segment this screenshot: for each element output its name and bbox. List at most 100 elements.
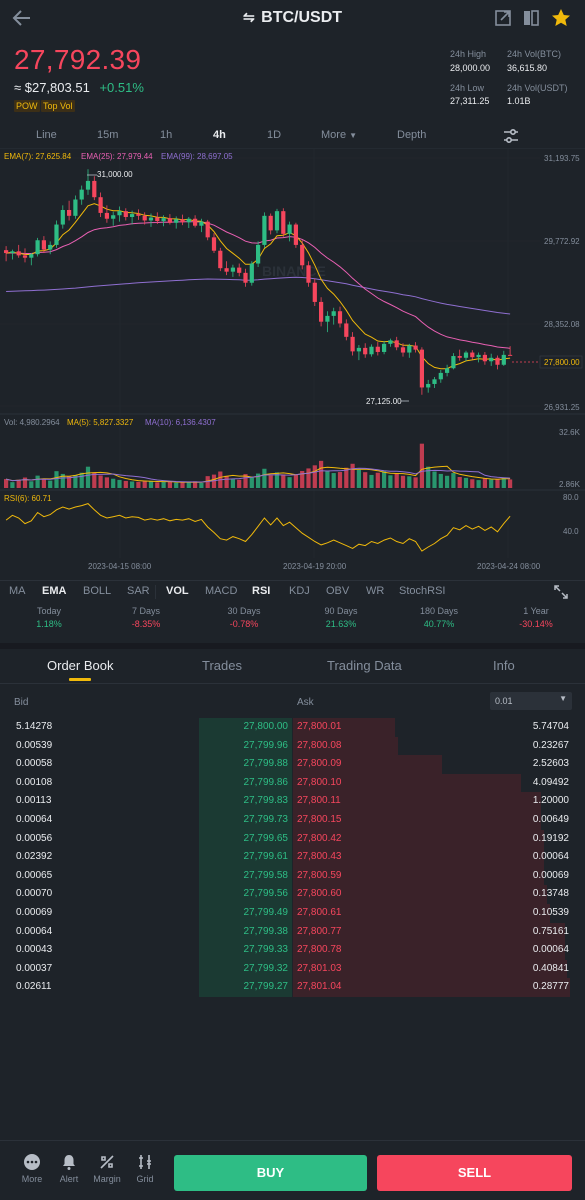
indicator-kdj[interactable]: KDJ [289,585,310,597]
orderbook-row[interactable]: 0.00065 27,799.58 27,800.59 0.00069 [0,866,585,886]
orderbook-row[interactable]: 0.00058 27,799.88 27,800.09 2.52603 [0,755,585,774]
candle-body [508,354,513,356]
perf-value: 21.63% [325,619,357,629]
bid-qty: 0.00070 [16,888,53,900]
volume-bar [155,482,160,488]
candle-body [256,244,261,264]
interval-1h[interactable]: 1h [160,129,172,141]
candle-body [388,340,393,344]
ask-price: 27,801.04 [297,981,342,993]
more-button[interactable]: More [14,1153,50,1184]
alert-button[interactable]: Alert [51,1153,87,1184]
indicator-boll[interactable]: BOLL [83,585,111,597]
orderbook-row[interactable]: 0.00108 27,799.86 27,800.10 4.09492 [0,773,585,793]
indicator-wr[interactable]: WR [366,585,384,597]
volume-bar [123,480,128,488]
tab-trading-data[interactable]: Trading Data [327,658,402,673]
orderbook-row[interactable]: 0.00113 27,799.83 27,800.11 1.20000 [0,792,585,811]
ema99-legend: EMA(99): 28,697.05 [161,152,233,161]
interval-15m[interactable]: 15m [97,129,118,141]
ema25-line [6,221,511,349]
bell-icon [63,1155,75,1170]
favorite-star-icon[interactable] [550,8,572,28]
interval-depth[interactable]: Depth [397,129,426,141]
orderbook-row[interactable]: 0.00070 27,799.56 27,800.60 0.13748 [0,885,585,904]
bid-price: 27,800.00 [243,721,289,732]
ask-qty: 5.74704 [532,721,569,732]
candle-body [268,215,273,231]
volume-bar [489,479,494,488]
indicator-vol[interactable]: VOL [166,585,189,597]
pair-label: BTC/USDT [261,9,343,26]
bid-qty: 0.00058 [16,758,53,770]
candle-body [104,212,109,219]
layout-switch-icon[interactable] [521,8,543,28]
indicator-obv[interactable]: OBV [326,585,349,597]
volume-bar [432,471,437,488]
rsi-line [5,503,511,552]
ask-qty: 0.23267 [532,739,569,751]
sell-button[interactable]: SELL [377,1155,572,1191]
last-price: 27,792.39 [14,44,142,75]
tab-trades[interactable]: Trades [202,658,242,673]
candle-body [148,217,154,221]
tab-info[interactable]: Info [493,658,515,673]
bid-qty: 0.00056 [16,832,53,844]
orderbook-row[interactable]: 0.00056 27,799.65 27,800.42 0.19192 [0,829,585,849]
volume-bar [388,475,393,488]
volume-bars [4,443,513,488]
indicator-stochrsi[interactable]: StochRSI [399,585,445,597]
active-tab-indicator [69,678,91,681]
rsi-polyline [5,503,511,552]
price-change: +0.51% [99,80,144,95]
volume-bar [407,476,412,488]
orderbook-row[interactable]: 0.00064 27,799.38 27,800.77 0.75161 [0,922,585,942]
orderbook-row[interactable]: 0.00037 27,799.32 27,801.03 0.40841 [0,959,585,979]
precision-select[interactable]: 0.01 ▼ [490,692,572,710]
bid-qty: 0.02392 [16,851,53,863]
candle-body [262,215,267,245]
volume-bar [476,480,481,488]
orderbook-row[interactable]: 0.00069 27,799.49 27,800.61 0.10539 [0,903,585,923]
ask-qty: 0.00649 [532,813,569,825]
buy-button[interactable]: BUY [174,1155,367,1191]
indicator-rsi[interactable]: RSI [252,585,270,597]
orderbook-row[interactable]: 0.02392 27,799.61 27,800.43 0.00064 [0,848,585,867]
chart-settings-icon[interactable] [502,128,520,149]
orderbook-row[interactable]: 5.14278 27,800.00 27,800.01 5.74704 [0,718,585,737]
candle-body [67,210,72,216]
caret-down-icon: ▼ [559,694,567,703]
ask-qty: 0.19192 [532,832,569,844]
volume-bar [79,472,84,488]
indicator-sar[interactable]: SAR [127,585,150,597]
indicator-ema[interactable]: EMA [42,585,66,597]
orderbook-row[interactable]: 0.00539 27,799.96 27,800.08 0.23267 [0,736,585,756]
tab-order-book[interactable]: Order Book [47,658,113,673]
interval-1d[interactable]: 1D [267,129,281,141]
orderbook-row[interactable]: 0.00043 27,799.33 27,800.78 0.00064 [0,941,585,960]
ask-price: 27,800.59 [297,869,342,881]
tag-pow[interactable]: POW [14,100,40,112]
ema7-legend: EMA(7): 27,625.84 [4,152,72,161]
grid-button[interactable]: Grid [127,1153,163,1184]
interval-more[interactable]: More ▼ [321,129,357,141]
share-icon[interactable] [493,8,515,28]
orderbook-row[interactable]: 0.00064 27,799.73 27,800.15 0.00649 [0,810,585,830]
interval-line[interactable]: Line [36,129,57,141]
candle-body [237,267,242,273]
margin-button[interactable]: Margin [89,1153,125,1184]
volume-bar [325,470,330,488]
indicator-macd[interactable]: MACD [205,585,237,597]
candle-body [306,265,311,283]
fullscreen-icon[interactable] [553,584,569,605]
interval-more-label: More [321,129,347,141]
candle-body [117,211,122,216]
tag-top-vol[interactable]: Top Vol [41,100,75,112]
candle-body [501,354,506,365]
interval-4h[interactable]: 4h [213,129,226,141]
orderbook-row[interactable]: 0.02611 27,799.27 27,801.04 0.28777 [0,978,585,997]
indicator-ma[interactable]: MA [9,585,26,597]
bid-price: 27,799.83 [243,795,289,807]
candlestick-chart[interactable]: BINANCE EMA(7): 27,625.84 EMA(25): 27,97… [0,148,585,578]
ema25-polyline [6,221,511,349]
